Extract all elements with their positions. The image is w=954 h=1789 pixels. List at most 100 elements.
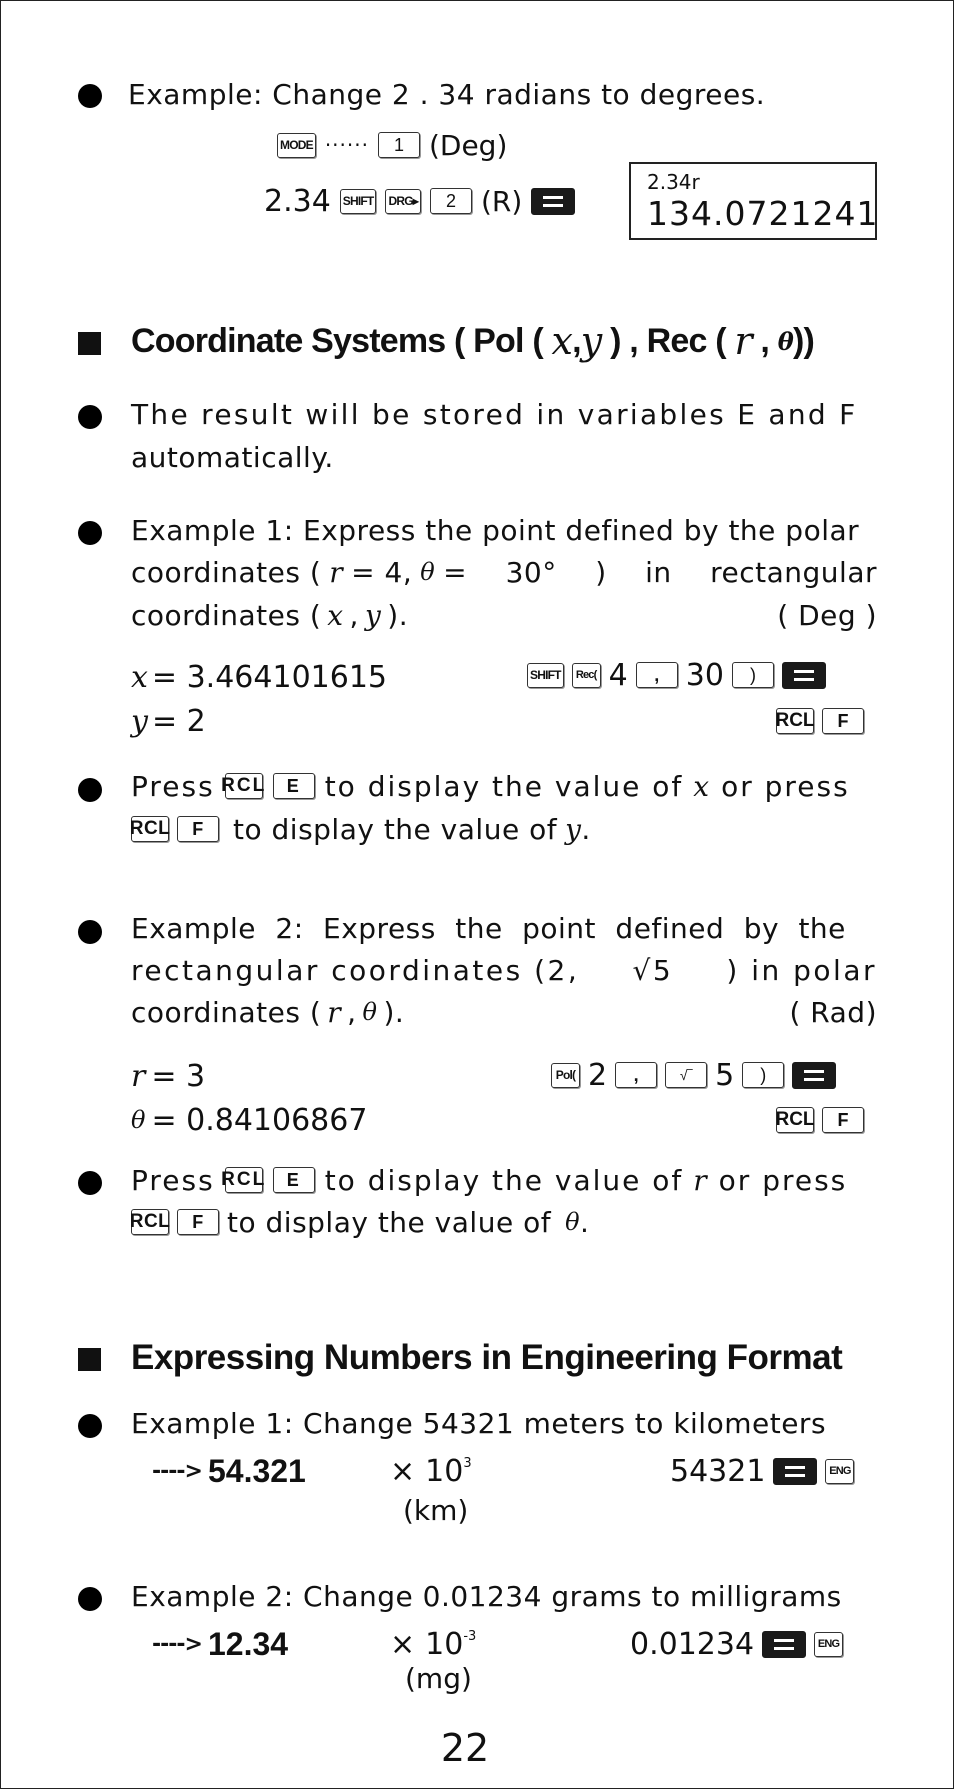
sqrt-icon: √‾	[679, 1067, 693, 1083]
shift-key[interactable]: SHIFT	[527, 662, 564, 688]
rec-key-sequence: SHIFT Rec( 4 , 30 )	[527, 655, 826, 695]
drg-key[interactable]: DRG▸	[385, 188, 421, 214]
shift-key[interactable]: SHIFT	[339, 188, 377, 214]
rcl-key[interactable]: RCL	[775, 708, 815, 734]
arrow-icon: ---->	[152, 1631, 203, 1657]
var-y: y	[364, 598, 382, 632]
f-key[interactable]: F	[822, 1107, 864, 1133]
equals-key[interactable]	[531, 187, 576, 215]
example-text: rectangular coordinates (2,	[131, 953, 580, 987]
result-value: = 2	[151, 703, 206, 739]
eng-example1-power: × 103	[390, 1451, 472, 1491]
result-value: = 0.84106867	[151, 1102, 368, 1138]
f-key[interactable]: F	[177, 816, 219, 842]
key-2[interactable]: 2	[429, 188, 472, 214]
rec-key[interactable]: Rec(	[571, 662, 601, 688]
equals-key[interactable]	[792, 1061, 837, 1089]
eng-example1-unit: (km)	[403, 1494, 469, 1527]
example1-line-1: Example 1: Express the point defined by …	[131, 510, 877, 550]
eng-example1-text: Example 1: Change 54321 meters to kilome…	[131, 1403, 877, 1443]
eng-key[interactable]: ENG	[814, 1631, 844, 1657]
display-result: 134.0721241	[647, 194, 879, 233]
note-line-2: automatically.	[131, 437, 877, 477]
equals-icon	[804, 1069, 825, 1081]
example-text: Example 2: Change 0.01234 grams to milli…	[131, 1579, 842, 1613]
result-value: 12.34	[207, 1625, 289, 1662]
eng-example2-result: ----> 12.34	[152, 1624, 288, 1664]
var-theta: θ	[420, 558, 436, 586]
coordinate-systems-heading: Coordinate Systems ( Pol ( x , y ) , Rec…	[131, 316, 815, 366]
e-key[interactable]: E	[272, 1167, 315, 1193]
key-1[interactable]: 1	[377, 132, 420, 158]
example1-line-2: coordinates ( r = 4, θ = 30° ) in rectan…	[131, 552, 877, 592]
note-text: automatically.	[131, 440, 334, 474]
close-paren-key[interactable]: )	[731, 662, 774, 688]
sqrt-key[interactable]: √‾	[665, 1062, 708, 1088]
press-text: to display the value of	[227, 1205, 552, 1239]
press1-line-1: Press RCL E to display the value of x or…	[131, 766, 877, 806]
press1-line-2: RCL F to display the value of y.	[130, 809, 877, 849]
result-x: x = 3.464101615	[131, 657, 387, 697]
close-paren-key[interactable]: )	[742, 1062, 785, 1088]
eng-example1-result: ----> 54.321	[152, 1451, 306, 1491]
coordinates-text: coordinates ( x , y ).	[131, 599, 408, 632]
calculator-display: 2.34r 134.0721241	[629, 162, 877, 240]
equals-key[interactable]	[762, 1630, 807, 1658]
eng-key[interactable]: ENG	[825, 1458, 855, 1484]
rcl-key[interactable]: RCL	[130, 1209, 170, 1235]
bullet-icon	[78, 1587, 102, 1611]
pol-key[interactable]: Pol(	[551, 1062, 580, 1088]
radians-example-text: Example: Change 2 . 34 radians to degree…	[128, 74, 874, 114]
press-text: to display the value of	[233, 812, 558, 846]
arrow-icon: ---->	[152, 1458, 203, 1484]
f-key[interactable]: F	[177, 1209, 219, 1235]
var-y: y	[565, 812, 582, 846]
var-r: r	[327, 995, 342, 1029]
note-text: The result will be stored in variables E…	[131, 397, 858, 431]
press-text: Press	[131, 1163, 215, 1197]
rcl-key[interactable]: RCL	[775, 1107, 815, 1133]
e-key[interactable]: E	[272, 773, 315, 799]
equals-key[interactable]	[781, 661, 826, 689]
rcl-key[interactable]: RCL	[221, 773, 264, 799]
var-x: x	[327, 598, 344, 632]
result-value: = 3	[151, 1058, 206, 1094]
mode-key[interactable]: MODE	[277, 132, 316, 158]
var-theta: θ	[565, 1208, 581, 1236]
bullet-icon	[78, 405, 102, 429]
eng-example2-unit: (mg)	[405, 1662, 472, 1695]
var-r: r	[734, 319, 752, 363]
comma-key[interactable]: ,	[615, 1062, 658, 1088]
example-text: ) in polar	[726, 953, 877, 987]
var-r: r	[131, 1058, 146, 1094]
eng-example1-keys: 54321 ENG	[670, 1451, 855, 1491]
power-exponent: 3	[463, 1455, 472, 1471]
bullet-icon	[78, 84, 102, 108]
coordinates-text: coordinates ( r , θ ).	[131, 996, 404, 1029]
equals-key[interactable]	[773, 1457, 818, 1485]
rcl-key[interactable]: RCL	[130, 816, 170, 842]
equals-icon	[793, 669, 814, 681]
digit-4: 4	[608, 657, 628, 693]
comma-key[interactable]: ,	[635, 662, 678, 688]
deg-label: (Deg)	[428, 128, 508, 162]
equals-icon	[543, 195, 564, 207]
heading-text: Expressing Numbers in Engineering Format	[131, 1338, 843, 1377]
equals-icon	[785, 1465, 806, 1477]
pol-key-sequence: Pol( 2 , √‾ 5 )	[551, 1055, 837, 1095]
example-text: coordinates (	[131, 598, 322, 632]
var-x: x	[693, 769, 712, 803]
heading-text: ))	[792, 321, 815, 360]
heading-comma: ,	[572, 321, 581, 360]
power-exponent: -3	[463, 1628, 477, 1644]
rcl-key[interactable]: RCL	[221, 1167, 264, 1193]
input-value: 54321	[670, 1453, 766, 1489]
example-text: Example 1: Change 54321 meters to kilome…	[131, 1406, 827, 1440]
press-text: to display the value of	[324, 1163, 684, 1197]
example2-line-1: Example 2: Express the point defined by …	[131, 908, 877, 948]
engineering-heading: Expressing Numbers in Engineering Format	[131, 1333, 843, 1383]
f-key[interactable]: F	[822, 708, 864, 734]
bullet-icon	[78, 1414, 102, 1438]
var-r: r	[693, 1163, 709, 1197]
comma: ,	[347, 995, 357, 1029]
